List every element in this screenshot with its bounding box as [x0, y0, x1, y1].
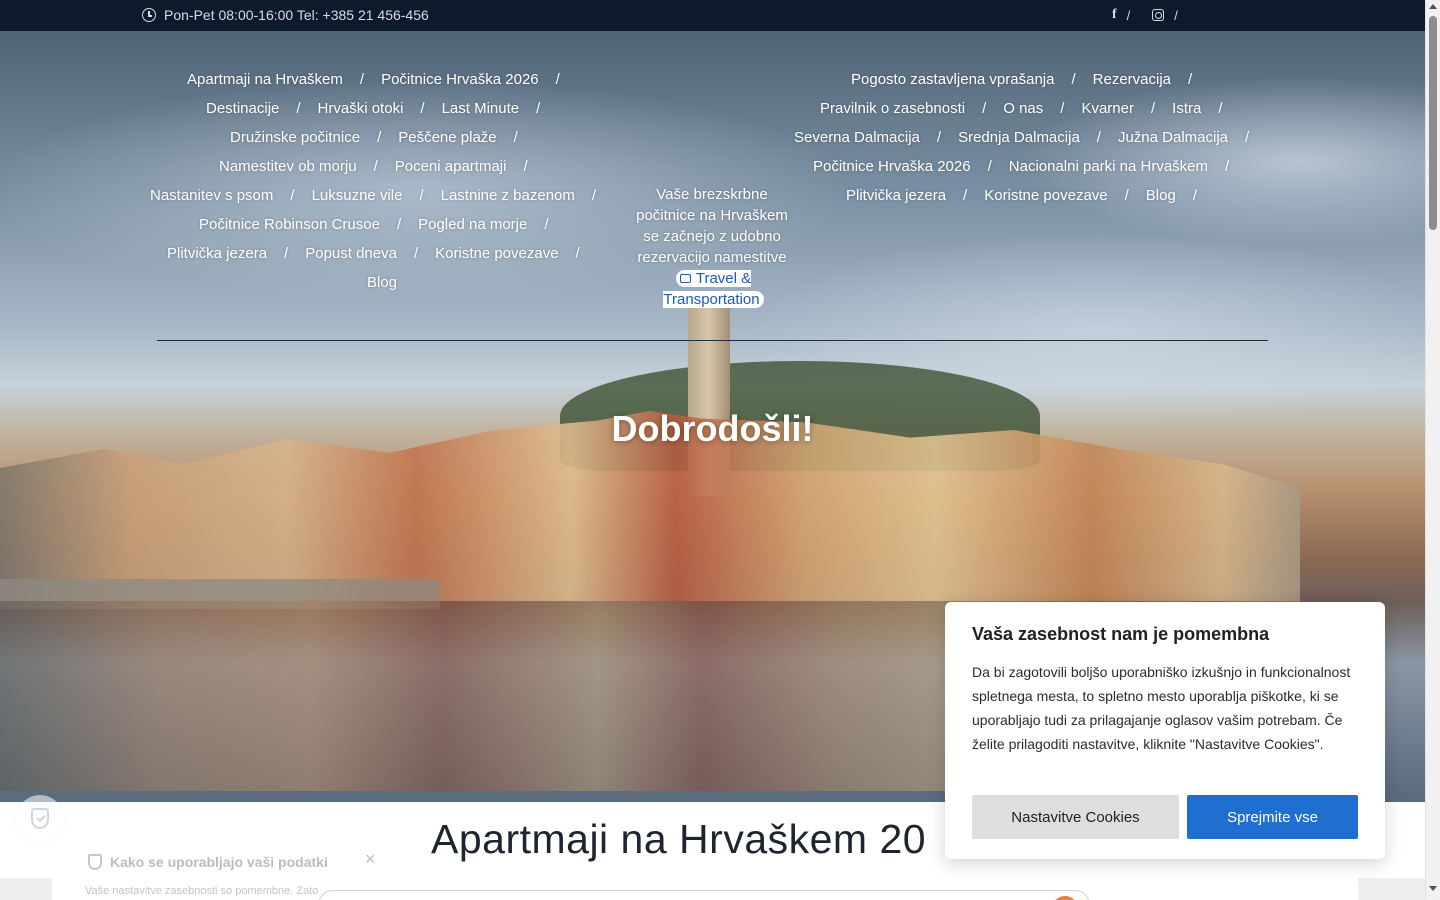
- header-divider: [157, 340, 1268, 341]
- menu-row: Počitnice Hrvaška 2026 / Nacionalni parki …: [813, 158, 1246, 175]
- menu-separator: /: [1124, 187, 1129, 204]
- menu-separator: /: [1218, 100, 1223, 117]
- menu-separator: /: [1245, 129, 1250, 146]
- menu-item[interactable]: Nacionalni parki na Hrvaškem: [1009, 158, 1208, 175]
- menu-item[interactable]: Počitnice Hrvaška 2026: [813, 158, 971, 175]
- menu-item[interactable]: Istra: [1172, 100, 1201, 117]
- menu-separator: /: [1071, 71, 1076, 88]
- menu-row: Severna Dalmacija / Srednja Dalmacija / Južn…: [794, 129, 1266, 146]
- cookie-title: Vaša zasebnost nam je pomembna: [972, 624, 1270, 644]
- page-title: Apartmaji na Hrvaškem 20: [431, 816, 927, 862]
- data-usage-text: Vaše nastavitve zasebnosti so pomembne. …: [85, 885, 319, 897]
- menu-separator: /: [987, 158, 992, 175]
- cookie-consent-dialog: Vaša zasebnost nam je pomembna Da bi zag…: [945, 602, 1385, 859]
- content-side-strip: [0, 878, 52, 900]
- menu-item[interactable]: Južna Dalmacija: [1118, 129, 1228, 146]
- privacy-badge[interactable]: [16, 795, 64, 843]
- close-icon[interactable]: ×: [365, 849, 376, 870]
- accept-all-button[interactable]: Sprejmite vse: [1187, 795, 1358, 839]
- menu-separator: /: [1192, 187, 1197, 204]
- menu-separator: /: [1188, 71, 1193, 88]
- menu-row: Pogosto zastavljena vprašanja / Rezervacij…: [851, 71, 1209, 88]
- cookie-settings-button[interactable]: Nastavitve Cookies: [972, 795, 1179, 839]
- menu-item[interactable]: Kvarner: [1081, 100, 1134, 117]
- content-side-strip: [1358, 878, 1425, 900]
- shield-icon: [31, 808, 49, 829]
- menu-item[interactable]: Koristne povezave: [984, 187, 1107, 204]
- travel-transportation-link[interactable]: Travel & Transportation: [662, 268, 765, 310]
- data-usage-title: Kako se uporabljajo vaši podatki: [88, 854, 328, 870]
- menu-item[interactable]: Blog: [1146, 187, 1176, 204]
- menu-separator: /: [1150, 100, 1156, 117]
- scrollbar-thumb[interactable]: [1429, 16, 1437, 230]
- menu-row: Pravilnik o zasebnosti / O nas / Kvarner / Ist…: [820, 100, 1240, 117]
- menu-item[interactable]: Rezervacija: [1093, 71, 1171, 88]
- cookie-text: Da bi zagotovili boljšo uporabniško izku…: [972, 664, 1351, 752]
- menu-item[interactable]: Pogosto zastavljena vprašanja: [851, 71, 1054, 88]
- data-usage-popup: Kako se uporabljajo vaši podatki × Vaše …: [78, 848, 390, 900]
- menu-item[interactable]: O nas: [1003, 100, 1043, 117]
- shield-icon: [88, 854, 102, 870]
- hero-welcome-title: Dobrodošli!: [611, 408, 814, 449]
- menu-separator: /: [1225, 158, 1230, 175]
- menu-separator: /: [963, 187, 968, 204]
- menu-row: Plitvička jezera / Koristne povezave / Blog /: [846, 187, 1214, 204]
- scroll-down-arrow-icon[interactable]: [1429, 886, 1437, 891]
- scroll-up-arrow-icon[interactable]: [1429, 4, 1437, 9]
- site-tagline: Vaše brezskrbne počitnice na Hrvaškem se…: [636, 186, 788, 266]
- travel-link-label: Travel & Transportation: [663, 270, 760, 308]
- menu-separator: /: [936, 129, 942, 146]
- menu-item[interactable]: Severna Dalmacija: [794, 129, 920, 146]
- menu-separator: /: [1096, 129, 1101, 146]
- data-usage-title-text: Kako se uporabljajo vaši podatki: [110, 854, 328, 870]
- menu-separator: /: [982, 100, 987, 117]
- menu-separator: /: [1060, 100, 1065, 117]
- menu-item[interactable]: Pravilnik o zasebnosti: [820, 100, 965, 117]
- page-scrollbar[interactable]: [1425, 0, 1440, 900]
- menu-item[interactable]: Plitvička jezera: [846, 187, 946, 204]
- search-bar[interactable]: [318, 890, 1090, 900]
- bus-icon: [679, 274, 691, 283]
- menu-item[interactable]: Srednja Dalmacija: [958, 129, 1080, 146]
